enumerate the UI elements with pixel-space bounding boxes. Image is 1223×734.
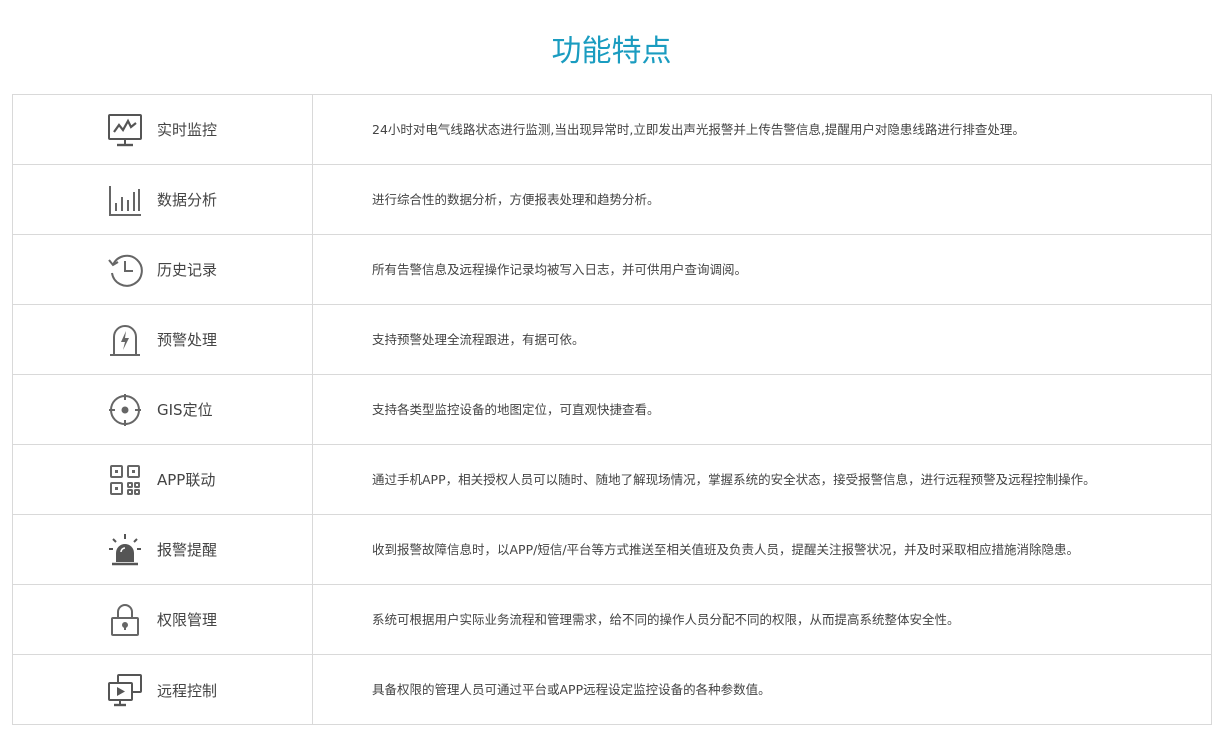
feature-name: 实时监控 <box>157 121 218 139</box>
feature-row-permission-management: 权限管理 系统可根据用户实际业务流程和管理需求，给不同的操作人员分配不同的权限，… <box>13 585 1211 655</box>
feature-name-cell: APP联动 <box>13 445 313 514</box>
feature-name-cell: 权限管理 <box>13 585 313 654</box>
feature-name: APP联动 <box>157 471 216 489</box>
feature-row-history: 历史记录 所有告警信息及远程操作记录均被写入日志，并可供用户查询调阅。 <box>13 235 1211 305</box>
feature-table: 实时监控 24小时对电气线路状态进行监测,当出现异常时,立即发出声光报警并上传告… <box>12 94 1212 725</box>
feature-desc-cell: 通过手机APP，相关授权人员可以随时、随地了解现场情况，掌握系统的安全状态，接受… <box>313 445 1211 514</box>
feature-name-cell: 远程控制 <box>13 655 313 725</box>
feature-name-cell: 数据分析 <box>13 165 313 234</box>
feature-name-cell: 实时监控 <box>13 95 313 164</box>
qr-code-icon <box>106 461 144 499</box>
remote-screen-icon <box>106 671 144 709</box>
feature-desc: 收到报警故障信息时，以APP/短信/平台等方式推送至相关值班及负责人员，提醒关注… <box>372 541 1080 557</box>
feature-name: 数据分析 <box>157 191 218 209</box>
feature-desc-cell: 24小时对电气线路状态进行监测,当出现异常时,立即发出声光报警并上传告警信息,提… <box>313 95 1211 164</box>
feature-desc-cell: 所有告警信息及远程操作记录均被写入日志，并可供用户查询调阅。 <box>313 235 1211 304</box>
history-clock-icon <box>106 251 144 289</box>
monitor-chart-icon <box>106 111 144 149</box>
feature-name: 远程控制 <box>157 681 218 700</box>
feature-desc-cell: 支持预警处理全流程跟进，有据可依。 <box>313 305 1211 374</box>
padlock-icon <box>106 601 144 639</box>
feature-desc: 系统可根据用户实际业务流程和管理需求，给不同的操作人员分配不同的权限，从而提高系… <box>372 611 960 627</box>
feature-desc: 24小时对电气线路状态进行监测,当出现异常时,立即发出声光报警并上传告警信息,提… <box>372 121 1025 137</box>
feature-name-cell: GIS定位 <box>13 375 313 444</box>
feature-name: 报警提醒 <box>157 541 218 559</box>
warning-lightning-icon <box>106 321 144 359</box>
feature-desc: 支持预警处理全流程跟进，有据可依。 <box>372 331 585 347</box>
feature-name-cell: 历史记录 <box>13 235 313 304</box>
feature-desc-cell: 系统可根据用户实际业务流程和管理需求，给不同的操作人员分配不同的权限，从而提高系… <box>313 585 1211 654</box>
feature-desc-cell: 进行综合性的数据分析，方便报表处理和趋势分析。 <box>313 165 1211 234</box>
feature-row-data-analysis: 数据分析 进行综合性的数据分析，方便报表处理和趋势分析。 <box>13 165 1211 235</box>
feature-name: GIS定位 <box>157 401 213 419</box>
feature-row-gis-location: GIS定位 支持各类型监控设备的地图定位，可直观快捷查看。 <box>13 375 1211 445</box>
feature-desc: 支持各类型监控设备的地图定位，可直观快捷查看。 <box>372 401 660 417</box>
feature-name: 历史记录 <box>157 261 218 279</box>
feature-desc-cell: 具备权限的管理人员可通过平台或APP远程设定监控设备的各种参数值。 <box>313 655 1211 725</box>
feature-row-warning-handling: 预警处理 支持预警处理全流程跟进，有据可依。 <box>13 305 1211 375</box>
feature-desc: 所有告警信息及远程操作记录均被写入日志，并可供用户查询调阅。 <box>372 261 748 277</box>
feature-name-cell: 报警提醒 <box>13 515 313 584</box>
feature-name-cell: 预警处理 <box>13 305 313 374</box>
page-title: 功能特点 <box>551 34 672 70</box>
feature-row-remote-control: 远程控制 具备权限的管理人员可通过平台或APP远程设定监控设备的各种参数值。 <box>13 655 1211 725</box>
crosshair-locate-icon <box>106 391 144 429</box>
bar-chart-icon <box>106 181 144 219</box>
feature-desc: 通过手机APP，相关授权人员可以随时、随地了解现场情况，掌握系统的安全状态，接受… <box>372 471 1096 487</box>
feature-name: 权限管理 <box>157 611 218 629</box>
feature-desc-cell: 支持各类型监控设备的地图定位，可直观快捷查看。 <box>313 375 1211 444</box>
feature-desc: 进行综合性的数据分析，方便报表处理和趋势分析。 <box>372 191 660 207</box>
feature-row-app-linkage: APP联动 通过手机APP，相关授权人员可以随时、随地了解现场情况，掌握系统的安… <box>13 445 1211 515</box>
feature-desc-cell: 收到报警故障信息时，以APP/短信/平台等方式推送至相关值班及负责人员，提醒关注… <box>313 515 1211 584</box>
feature-row-alarm-reminder: 报警提醒 收到报警故障信息时，以APP/短信/平台等方式推送至相关值班及负责人员… <box>13 515 1211 585</box>
alarm-siren-icon <box>106 531 144 569</box>
feature-name: 预警处理 <box>157 331 218 349</box>
feature-row-realtime-monitoring: 实时监控 24小时对电气线路状态进行监测,当出现异常时,立即发出声光报警并上传告… <box>13 95 1211 165</box>
feature-desc: 具备权限的管理人员可通过平台或APP远程设定监控设备的各种参数值。 <box>372 682 771 697</box>
